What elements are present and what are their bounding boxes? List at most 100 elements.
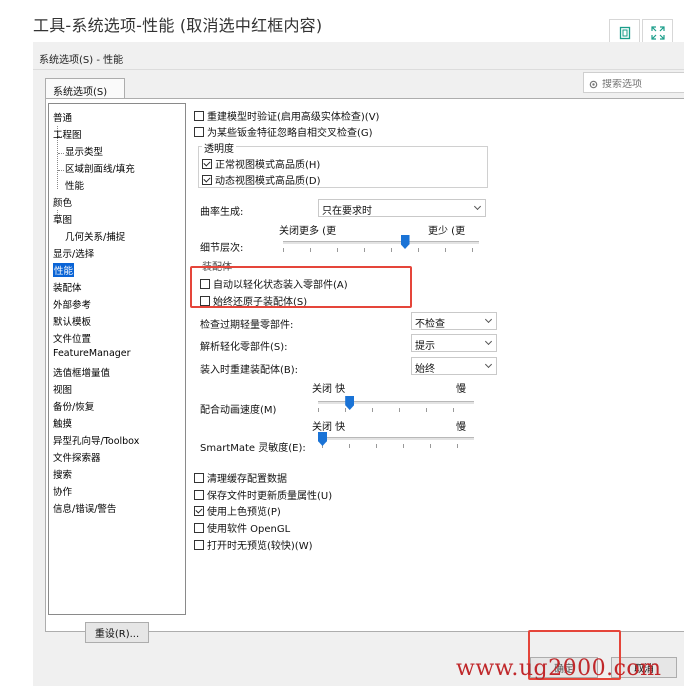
tree-item-drawings[interactable]: 工程图 <box>53 127 82 141</box>
tree-item-view[interactable]: 视图 <box>53 382 72 396</box>
tree-item-collaboration[interactable]: 协作 <box>53 484 72 498</box>
tree-item-display-selection[interactable]: 显示/选择 <box>53 246 94 260</box>
tree-item-assemblies[interactable]: 装配体 <box>53 280 82 294</box>
system-options-dialog: 系统选项(S) - 性能 系统选项(S) 普通 工程图 显示类型 区域剖面线/填… <box>33 42 684 686</box>
tree-item-file-locations[interactable]: 文件位置 <box>53 331 91 345</box>
software-opengl-checkbox[interactable] <box>194 522 204 533</box>
resolve-lightweight-value: 提示 <box>415 341 435 352</box>
tree-connector <box>58 153 64 154</box>
watermark: www.ug2000.com <box>456 656 662 681</box>
check-outdated-label: 检查过期轻量零部件: <box>200 320 294 331</box>
chevron-down-icon <box>484 360 493 369</box>
tree-item-touch[interactable]: 触摸 <box>53 416 72 430</box>
smartmate-slider-ticks <box>322 444 474 448</box>
purge-cache-checkbox[interactable] <box>194 472 204 483</box>
tree-item-featuremanager[interactable]: FeatureManager <box>53 348 131 359</box>
resolve-lightweight-label: 解析轻化零部件(S): <box>200 342 288 353</box>
no-preview-open-label: 打开时无预览(较快)(W) <box>207 541 313 552</box>
smartmate-slider-track[interactable] <box>322 437 474 440</box>
software-opengl-label: 使用软件 OpenGL <box>207 524 291 535</box>
mate-anim-label: 配合动画速度(M) <box>200 405 277 416</box>
rebuild-verify-label: 重建模型时验证(启用高级实体检查)(V) <box>207 112 380 123</box>
chevron-down-icon <box>484 337 493 346</box>
tree-item-backup-recover[interactable]: 备份/恢复 <box>53 399 94 413</box>
ignore-sheetmetal-option[interactable]: 为某些钣金特征忽略自相交叉检查(G) <box>194 124 373 139</box>
mate-anim-slider-track[interactable] <box>318 401 474 404</box>
save-mass-props-checkbox[interactable] <box>194 489 204 500</box>
rebuild-on-load-value: 始终 <box>415 364 435 375</box>
no-preview-open-option[interactable]: 打开时无预览(较快)(W) <box>194 537 313 552</box>
reset-button[interactable]: 重设(R)... <box>85 622 149 643</box>
tree-item-area-hatch[interactable]: 区域剖面线/填充 <box>65 161 135 175</box>
rebuild-on-load-select[interactable]: 始终 <box>411 357 497 375</box>
options-panel: 普通 工程图 显示类型 区域剖面线/填充 性能 颜色 草图 几何关系/捕捉 显示… <box>45 98 684 632</box>
tree-item-performance[interactable]: 性能 <box>53 263 75 277</box>
tree-item-drawing-performance[interactable]: 性能 <box>65 178 84 192</box>
copy-icon <box>619 26 630 40</box>
rebuild-on-load-label: 装入时重建装配体(B): <box>200 365 299 376</box>
smartmate-slow: 慢 <box>456 422 466 433</box>
shaded-preview-checkbox[interactable] <box>194 505 204 516</box>
curvature-value: 只在要求时 <box>322 206 372 217</box>
lod-slider-track[interactable] <box>283 241 479 244</box>
dynamic-view-hq-checkbox[interactable] <box>202 174 212 185</box>
save-mass-props-label: 保存文件时更新质量属性(U) <box>207 491 333 502</box>
chevron-down-icon <box>473 202 482 211</box>
dialog-caption: 系统选项(S) - 性能 <box>39 55 124 66</box>
expand-icon <box>650 26 665 40</box>
tree-item-default-templates[interactable]: 默认模板 <box>53 314 91 328</box>
dynamic-view-hq-option[interactable]: 动态视图模式高品质(D) <box>202 172 321 187</box>
curvature-select[interactable]: 只在要求时 <box>318 199 486 217</box>
ignore-sheetmetal-label: 为某些钣金特征忽略自相交叉检查(G) <box>207 128 373 139</box>
tree-item-sketch[interactable]: 草图 <box>53 212 72 226</box>
tree-connector <box>58 170 64 171</box>
check-outdated-select[interactable]: 不检查 <box>411 312 497 330</box>
tree-item-spin-box-increments[interactable]: 选值框增量值 <box>53 365 110 379</box>
tree-item-search[interactable]: 搜索 <box>53 467 72 481</box>
tree-item-messages-errors-warnings[interactable]: 信息/错误/警告 <box>53 501 116 515</box>
curvature-label: 曲率生成: <box>200 207 244 218</box>
tab-system-options[interactable]: 系统选项(S) <box>45 78 125 98</box>
chevron-down-icon <box>484 315 493 324</box>
mate-anim-off-fast: 关闭 快 <box>312 384 346 395</box>
shaded-preview-label: 使用上色预览(P) <box>207 507 281 518</box>
search-input[interactable] <box>602 78 682 90</box>
shaded-preview-option[interactable]: 使用上色预览(P) <box>194 503 281 518</box>
tree-item-external-references[interactable]: 外部参考 <box>53 297 91 311</box>
tree-item-relations-snaps[interactable]: 几何关系/捕捉 <box>65 229 125 243</box>
tree-item-colors[interactable]: 颜色 <box>53 195 72 209</box>
software-opengl-option[interactable]: 使用软件 OpenGL <box>194 520 290 535</box>
save-mass-props-option[interactable]: 保存文件时更新质量属性(U) <box>194 487 332 502</box>
lod-less-caption: 更少 (更 <box>428 226 466 237</box>
lod-slider-ticks <box>283 248 479 252</box>
lod-label: 细节层次: <box>200 243 244 254</box>
no-preview-open-checkbox[interactable] <box>194 539 204 550</box>
page-title: 工具-系统选项-性能 (取消选中红框内容) <box>33 16 323 35</box>
mate-anim-slow: 慢 <box>456 384 466 395</box>
normal-view-hq-checkbox[interactable] <box>202 158 212 169</box>
transparency-title: 透明度 <box>202 140 236 155</box>
rebuild-verify-checkbox[interactable] <box>194 110 204 121</box>
tree-item-hole-wizard-toolbox[interactable]: 异型孔向导/Toolbox <box>53 433 139 447</box>
smartmate-off-fast: 关闭 快 <box>312 422 346 433</box>
search-box[interactable] <box>583 72 684 93</box>
gear-search-icon <box>589 80 598 88</box>
highlight-box <box>190 266 412 308</box>
lod-slider-thumb[interactable] <box>400 235 410 249</box>
caption-divider <box>33 69 684 70</box>
normal-view-hq-option[interactable]: 正常视图模式高品质(H) <box>202 156 320 171</box>
dynamic-view-hq-label: 动态视图模式高品质(D) <box>215 176 321 187</box>
purge-cache-label: 清理缓存配置数据 <box>207 474 287 485</box>
resolve-lightweight-select[interactable]: 提示 <box>411 334 497 352</box>
ignore-sheetmetal-checkbox[interactable] <box>194 126 204 137</box>
tree-item-file-explorer[interactable]: 文件探索器 <box>53 450 101 464</box>
options-tree[interactable]: 普通 工程图 显示类型 区域剖面线/填充 性能 颜色 草图 几何关系/捕捉 显示… <box>48 103 186 615</box>
tree-item-general[interactable]: 普通 <box>53 110 72 124</box>
tree-item-display-style[interactable]: 显示类型 <box>65 144 103 158</box>
lod-more-caption: 关闭更多 (更 <box>279 226 337 237</box>
smartmate-label: SmartMate 灵敏度(E): <box>200 443 306 454</box>
normal-view-hq-label: 正常视图模式高品质(H) <box>215 160 321 171</box>
rebuild-verify-option[interactable]: 重建模型时验证(启用高级实体检查)(V) <box>194 108 379 123</box>
purge-cache-option[interactable]: 清理缓存配置数据 <box>194 470 287 485</box>
mate-anim-slider-ticks <box>318 408 474 412</box>
